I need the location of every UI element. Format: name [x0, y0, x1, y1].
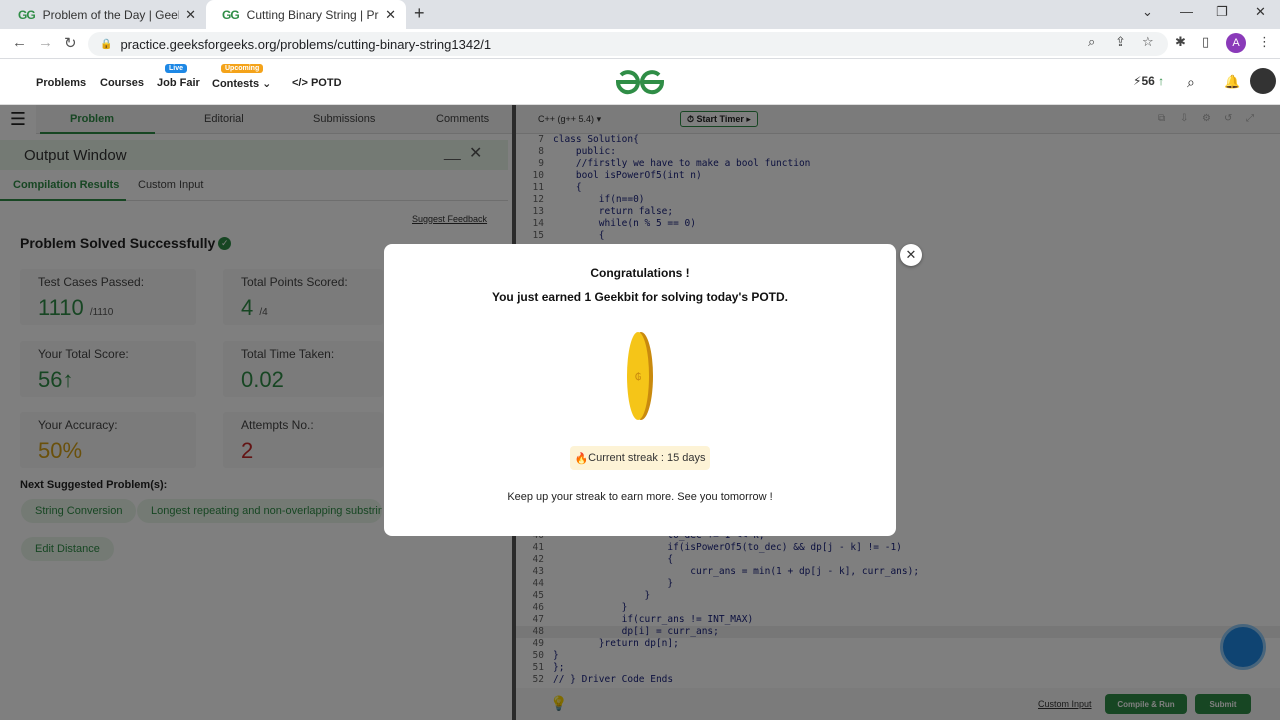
- gfg-favicon-icon: GG: [222, 7, 240, 22]
- minimize-icon[interactable]: —: [1180, 4, 1193, 19]
- new-tab-button[interactable]: +: [414, 3, 425, 24]
- url-field[interactable]: 🔒 practice.geeksforgeeks.org/problems/cu…: [88, 32, 1168, 56]
- user-avatar-icon[interactable]: [1250, 68, 1276, 94]
- browser-tab-title: Cutting Binary String | Practice | G: [246, 7, 379, 22]
- chevron-down-icon: ⌄: [262, 78, 272, 90]
- fire-icon: 🔥: [574, 452, 589, 465]
- gfg-favicon-icon: GG: [18, 7, 36, 22]
- address-bar: ← → ↻ 🔒 practice.geeksforgeeks.org/probl…: [0, 29, 1280, 59]
- nav-job-fair[interactable]: Job Fair: [157, 77, 200, 89]
- url-text: practice.geeksforgeeks.org/problems/cutt…: [120, 36, 492, 52]
- svg-text:₲: ₲: [635, 371, 641, 383]
- geekbit-coin-icon: ₲: [627, 332, 653, 420]
- current-streak-text: Current streak : 15 days: [588, 452, 706, 464]
- modal-earned-text: You just earned 1 Geekbit for solving to…: [491, 290, 789, 304]
- browser-tabstrip: GG Problem of the Day | GeeksforGe ✕ GG …: [0, 0, 1280, 29]
- nav-contests-label: Contests: [212, 78, 260, 90]
- code-icon: </>: [292, 77, 308, 89]
- live-badge: Live: [165, 64, 188, 73]
- current-streak-pill: 🔥 Current streak : 15 days: [570, 446, 710, 470]
- close-tab-icon[interactable]: ✕: [385, 7, 396, 23]
- nav-potd[interactable]: </> POTD: [292, 77, 342, 89]
- nav-contests[interactable]: Contests ⌄: [212, 77, 271, 90]
- browser-tab-title: Problem of the Day | GeeksforGe: [42, 7, 179, 22]
- modal-keep-text: Keep up your streak to earn more. See yo…: [507, 491, 773, 503]
- extensions-puzzle-icon[interactable]: ✱: [1175, 34, 1186, 50]
- side-panel-icon[interactable]: ▯: [1202, 34, 1209, 50]
- search-icon[interactable]: ⌕: [1187, 74, 1195, 91]
- upcoming-badge: Upcoming: [221, 64, 264, 73]
- site-header: Problems Courses Live Job Fair Upcoming …: [0, 60, 1280, 105]
- browser-tab-cutting-binary[interactable]: GG Cutting Binary String | Practice | G …: [206, 0, 406, 29]
- bookmark-star-icon[interactable]: ☆: [1142, 34, 1154, 50]
- nav-courses[interactable]: Courses: [100, 77, 144, 89]
- reload-icon[interactable]: ↻: [64, 34, 77, 52]
- gfg-logo[interactable]: [614, 66, 666, 98]
- streak-count: 56: [1141, 74, 1155, 88]
- back-arrow-icon[interactable]: ←: [12, 34, 27, 51]
- tab-search-chevron-icon[interactable]: ⌄: [1142, 4, 1153, 20]
- profile-avatar[interactable]: A: [1226, 33, 1246, 53]
- window-close-icon[interactable]: ✕: [1255, 4, 1266, 20]
- lock-icon: 🔒: [100, 38, 113, 50]
- close-tab-icon[interactable]: ✕: [185, 7, 196, 23]
- share-icon[interactable]: ⇪: [1115, 34, 1126, 50]
- modal-close-button[interactable]: ✕: [900, 244, 922, 266]
- geekbits-streak[interactable]: ⚡56 ↑: [1133, 74, 1164, 88]
- congratulations-modal: Congratulations ! You just earned 1 Geek…: [384, 244, 896, 536]
- browser-menu-icon[interactable]: ⋮: [1258, 34, 1271, 50]
- forward-arrow-icon[interactable]: →: [38, 34, 53, 51]
- modal-title: Congratulations !: [590, 266, 690, 280]
- bell-icon[interactable]: 🔔: [1224, 74, 1240, 90]
- arrow-up-icon: ↑: [1158, 74, 1165, 88]
- restore-icon[interactable]: ❐: [1216, 4, 1228, 20]
- zoom-icon[interactable]: ⌕: [1088, 34, 1095, 50]
- nav-potd-label: POTD: [310, 77, 342, 89]
- browser-tab-potd[interactable]: GG Problem of the Day | GeeksforGe ✕: [2, 0, 206, 29]
- nav-problems[interactable]: Problems: [36, 77, 86, 89]
